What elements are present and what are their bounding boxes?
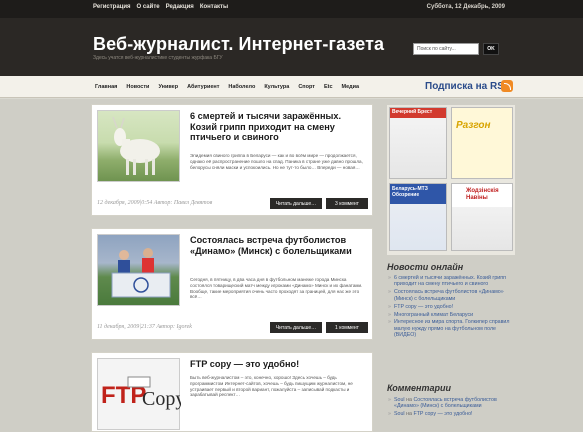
nav-item-news[interactable]: Новости — [126, 84, 149, 90]
banner-belarus-mtz[interactable]: Беларусь-МТЗ Обозрение — [389, 183, 447, 251]
post-title[interactable]: 6 смертей и тысячи заражённых. Козий гри… — [190, 111, 368, 143]
banner-zhodzinskiya-naviny-title: Жодзінскія Навіны — [466, 188, 499, 201]
news-item[interactable]: Состоялась встреча футболистов «Динамо» … — [388, 289, 518, 302]
post-card: FTP Copy FTP copy — это удобно! Быть веб… — [91, 352, 373, 432]
news-item[interactable]: FTP copy — это удобно! — [388, 304, 518, 311]
topbar: Регистрация О сайте Редакция Контакты Су… — [0, 0, 583, 18]
search-button[interactable]: OK — [483, 43, 499, 55]
nav-item-univer[interactable]: Универ — [158, 84, 178, 90]
read-more-button[interactable]: Читать дальше… — [270, 198, 322, 209]
sidebar-banners: Вечерний Брест Разгон Беларусь-МТЗ Обозр… — [387, 105, 515, 255]
nav-item-culture[interactable]: Культура — [264, 84, 289, 90]
site-tagline: Здесь учатся веб-журналистике студенты ж… — [93, 55, 223, 61]
post-title[interactable]: Состоялась встреча футболистов «Динамо» … — [190, 235, 368, 256]
banner-razgon[interactable]: Разгон — [451, 107, 513, 179]
banner-razgon-title: Разгон — [456, 120, 491, 131]
topnav-link-editorial[interactable]: Редакция — [166, 4, 194, 10]
topnav-link-register[interactable]: Регистрация — [93, 4, 131, 10]
current-date: Суббота, 12 Декабрь, 2009 — [426, 4, 505, 10]
topnav-link-contacts[interactable]: Контакты — [200, 4, 228, 10]
comment-author[interactable]: Soul — [394, 397, 405, 403]
search-input[interactable]: Поиск по сайту... — [413, 43, 479, 55]
banner-vecherny-brest[interactable]: Вечерний Брест — [389, 107, 447, 179]
comment-author[interactable]: Soul — [394, 411, 405, 417]
read-more-button[interactable]: Читать дальше… — [270, 322, 322, 333]
rss-subscribe-link[interactable]: Подписка на RSS — [425, 81, 511, 92]
banner-zhodzinskiya-naviny[interactable]: Жодзінскія Навіны — [451, 183, 513, 251]
nav-item-applicant[interactable]: Абитуриент — [187, 84, 219, 90]
news-list: 6 смертей и тысячи заражённых. Козий гри… — [388, 275, 518, 340]
news-item[interactable]: Многогранный климат Беларуси — [388, 312, 518, 319]
site-title[interactable]: Веб-журналист. Интернет-газета — [93, 34, 384, 55]
nav-item-pressing[interactable]: Наболело — [228, 84, 255, 90]
post-title[interactable]: FTP copy — это удобно! — [190, 359, 368, 370]
comments-heading: Комментарии — [387, 383, 451, 393]
post-meta: 12 декабря, 2009|0:54 Автор: Павел Девят… — [97, 200, 213, 206]
comment-post-link[interactable]: FTP copy — это удобно! — [413, 411, 472, 417]
svg-text:Copy: Copy — [142, 388, 181, 410]
rss-icon[interactable] — [501, 80, 513, 92]
main-nav: Главная Новости Универ Абитуриент Наболе… — [0, 76, 583, 98]
topnav-link-about[interactable]: О сайте — [137, 4, 160, 10]
comments-button[interactable]: 1 коммент — [326, 322, 368, 333]
post-excerpt: Сегодня, в пятницу, в два часа дня в фут… — [190, 277, 363, 300]
news-item[interactable]: Интересное из мира спорта. Голкипер спра… — [388, 319, 518, 338]
comments-button[interactable]: 3 коммент — [326, 198, 368, 209]
post-thumbnail-football[interactable] — [97, 234, 180, 306]
banner-vecherny-brest-title: Вечерний Брест — [392, 109, 433, 115]
post-excerpt: Эпидемия свиного гриппа в Беларуси — как… — [190, 153, 363, 170]
post-excerpt: Быть веб-журналистом – это, конечно, хор… — [190, 375, 353, 398]
nav-item-sport[interactable]: Спорт — [298, 84, 315, 90]
comment-item[interactable]: Soul на Состоялась встреча футболистов «… — [388, 397, 518, 410]
site-header: Веб-журналист. Интернет-газета Здесь уча… — [0, 18, 583, 76]
post-thumbnail-goat[interactable] — [97, 110, 180, 182]
post-meta: 11 декабря, 2009|21:37 Автор: Igorek — [97, 324, 192, 330]
comments-list: Soul на Состоялась встреча футболистов «… — [388, 397, 518, 419]
post-card: Состоялась встреча футболистов «Динамо» … — [91, 228, 373, 340]
news-online-heading: Новости онлайн — [387, 262, 464, 272]
nav-item-etc[interactable]: Etc — [324, 84, 333, 90]
comment-item[interactable]: Soul на FTP copy — это удобно! — [388, 411, 518, 418]
nav-item-media[interactable]: Медиа — [342, 84, 360, 90]
news-item[interactable]: 6 смертей и тысячи заражённых. Козий гри… — [388, 275, 518, 288]
post-card: 6 смертей и тысячи заражённых. Козий гри… — [91, 104, 373, 216]
post-thumbnail-ftp-copy[interactable]: FTP Copy — [97, 358, 185, 430]
comment-on: на — [406, 397, 412, 403]
top-nav: Регистрация О сайте Редакция Контакты — [93, 4, 228, 10]
banner-belarus-mtz-title: Беларусь-МТЗ Обозрение — [392, 186, 428, 198]
comment-on: на — [406, 411, 412, 418]
nav-item-home[interactable]: Главная — [95, 84, 117, 90]
